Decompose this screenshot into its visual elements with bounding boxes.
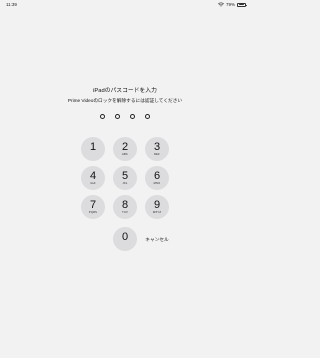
status-indicators: 79% <box>218 2 247 7</box>
key-digit: 6 <box>153 169 161 182</box>
battery-fill <box>238 4 245 5</box>
battery-percent: 79% <box>225 2 235 7</box>
key-letters: ABC <box>122 153 128 157</box>
key-letters: WXYZ <box>152 211 162 215</box>
key-digit: 4 <box>89 169 97 182</box>
keypad-key-0[interactable]: 0 <box>113 227 137 251</box>
key-digit: 8 <box>121 198 129 211</box>
key-digit: 1 <box>89 140 97 153</box>
key-letters: PQRS <box>88 211 98 215</box>
keypad-key-5[interactable]: 5 JKL <box>113 166 137 190</box>
key-digit: 2 <box>121 140 129 153</box>
keypad-key-1[interactable]: 1 <box>81 137 105 161</box>
keypad-key-3[interactable]: 3 DEF <box>145 137 169 161</box>
key-digit: 9 <box>153 198 161 211</box>
keypad-key-6[interactable]: 6 MNO <box>145 166 169 190</box>
passcode-title: iPadのパスコードを入力 <box>93 88 157 94</box>
passcode-dots <box>0 114 250 119</box>
key-letters: MNO <box>153 182 161 186</box>
keypad-key-8[interactable]: 8 TUV <box>113 195 137 219</box>
key-letters: DEF <box>154 153 160 157</box>
status-time: 11:39 <box>6 2 17 7</box>
cancel-button[interactable]: キャンセル <box>141 235 173 245</box>
key-digit: 7 <box>89 198 97 211</box>
key-letters: TUV <box>122 211 128 215</box>
key-digit: 3 <box>153 140 161 153</box>
passcode-subtitle: Prime Videoのロックを解除するには認証してください <box>67 98 183 103</box>
key-letters: GHI <box>90 182 96 186</box>
keypad-key-7[interactable]: 7 PQRS <box>81 195 105 219</box>
key-letters: JKL <box>122 182 128 186</box>
keypad-key-4[interactable]: 4 GHI <box>81 166 105 190</box>
key-digit: 5 <box>121 169 129 182</box>
key-digit: 0 <box>121 230 129 243</box>
passcode-dot <box>145 114 150 119</box>
status-bar: 11:39 79% <box>0 0 250 10</box>
keypad-key-9[interactable]: 9 WXYZ <box>145 195 169 219</box>
wifi-icon <box>218 2 224 7</box>
keypad-key-2[interactable]: 2 ABC <box>113 137 137 161</box>
battery-icon <box>237 2 247 7</box>
battery-cap <box>245 4 247 7</box>
passcode-dot <box>115 114 120 119</box>
passcode-dot <box>130 114 135 119</box>
passcode-dot <box>100 114 105 119</box>
